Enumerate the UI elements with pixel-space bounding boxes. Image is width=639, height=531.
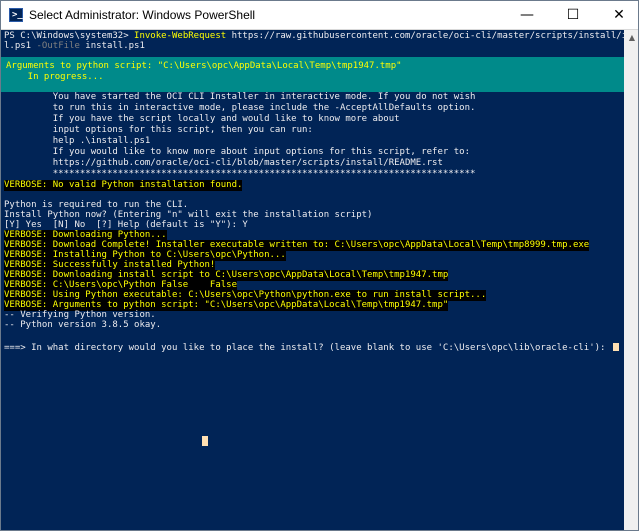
info-line: If you would like to know more about inp… — [4, 147, 470, 157]
progress-arguments: Arguments to python script: "C:\Users\op… — [6, 61, 402, 71]
verbose-line: VERBOSE: C:\Users\opc\Python False False — [4, 280, 237, 291]
verbose-line: VERBOSE: Using Python executable: C:\Use… — [4, 290, 487, 301]
minimize-button[interactable]: — — [504, 1, 550, 29]
output-line: -- Python version 3.8.5 okay. — [4, 320, 162, 330]
info-line: help .\install.ps1 — [4, 136, 151, 146]
prompt-text: PS C:\Windows\system32> — [4, 31, 135, 41]
console-output[interactable]: PS C:\Windows\system32> Invoke-WebReques… — [1, 30, 638, 530]
output-line: Python is required to run the CLI. — [4, 200, 189, 210]
verbose-line: VERBOSE: Downloading Python... — [4, 230, 167, 241]
output-line: [Y] Yes [N] No [?] Help (default is "Y")… — [4, 220, 248, 230]
directory-prompt: ===> In what directory would you like to… — [4, 343, 611, 353]
output-line: Install Python now? (Entering "n" will e… — [4, 210, 373, 220]
scroll-up-arrow-icon[interactable]: ▲ — [624, 30, 638, 46]
directory-prompt-line: ===> In what directory would you like to… — [4, 343, 619, 354]
info-line: ****************************************… — [4, 169, 476, 179]
progress-panel: Arguments to python script: "C:\Users\op… — [1, 57, 624, 92]
verbose-line: VERBOSE: Download Complete! Installer ex… — [4, 240, 590, 251]
window-title: Select Administrator: Windows PowerShell — [29, 8, 256, 22]
info-line: to run this in interactive mode, please … — [4, 103, 476, 113]
verbose-line: VERBOSE: Successfully installed Python! — [4, 260, 216, 271]
vertical-scrollbar[interactable]: ▲ — [624, 30, 638, 530]
close-button[interactable]: ✕ — [596, 1, 638, 29]
text-cursor — [202, 436, 208, 446]
text-cursor — [612, 343, 619, 351]
info-line: input options for this script, then you … — [4, 125, 313, 135]
verbose-line: VERBOSE: Installing Python to C:\Users\o… — [4, 250, 286, 261]
prompt-line-continued: l.ps1 -OutFile install.ps1 — [4, 41, 145, 52]
title-bar[interactable]: >_ Select Administrator: Windows PowerSh… — [1, 1, 638, 30]
powershell-window: >_ Select Administrator: Windows PowerSh… — [0, 0, 639, 531]
progress-status: In progress... — [6, 72, 104, 82]
outfile-param: -OutFile — [36, 41, 80, 51]
maximize-button[interactable]: ☐ — [550, 1, 596, 29]
outfile-value: install.ps1 — [79, 41, 145, 51]
verbose-line: VERBOSE: Downloading install script to C… — [4, 270, 449, 281]
verbose-line: VERBOSE: Arguments to python script: "C:… — [4, 300, 449, 311]
powershell-icon-glyph: >_ — [12, 10, 23, 20]
output-line: -- Verifying Python version. — [4, 310, 156, 320]
verbose-line: VERBOSE: No valid Python installation fo… — [4, 180, 243, 191]
powershell-icon[interactable]: >_ — [9, 8, 23, 22]
command-url-end: l.ps1 — [4, 41, 37, 51]
command-url: https://raw.githubusercontent.com/oracle… — [226, 31, 639, 41]
info-line: If you have the script locally and would… — [4, 114, 400, 124]
info-line: You have started the OCI CLI Installer i… — [4, 92, 476, 102]
info-line: https://github.com/oracle/oci-cli/blob/m… — [4, 158, 443, 168]
prompt-line: PS C:\Windows\system32> Invoke-WebReques… — [4, 31, 639, 42]
command-name: Invoke-WebRequest — [134, 31, 227, 41]
